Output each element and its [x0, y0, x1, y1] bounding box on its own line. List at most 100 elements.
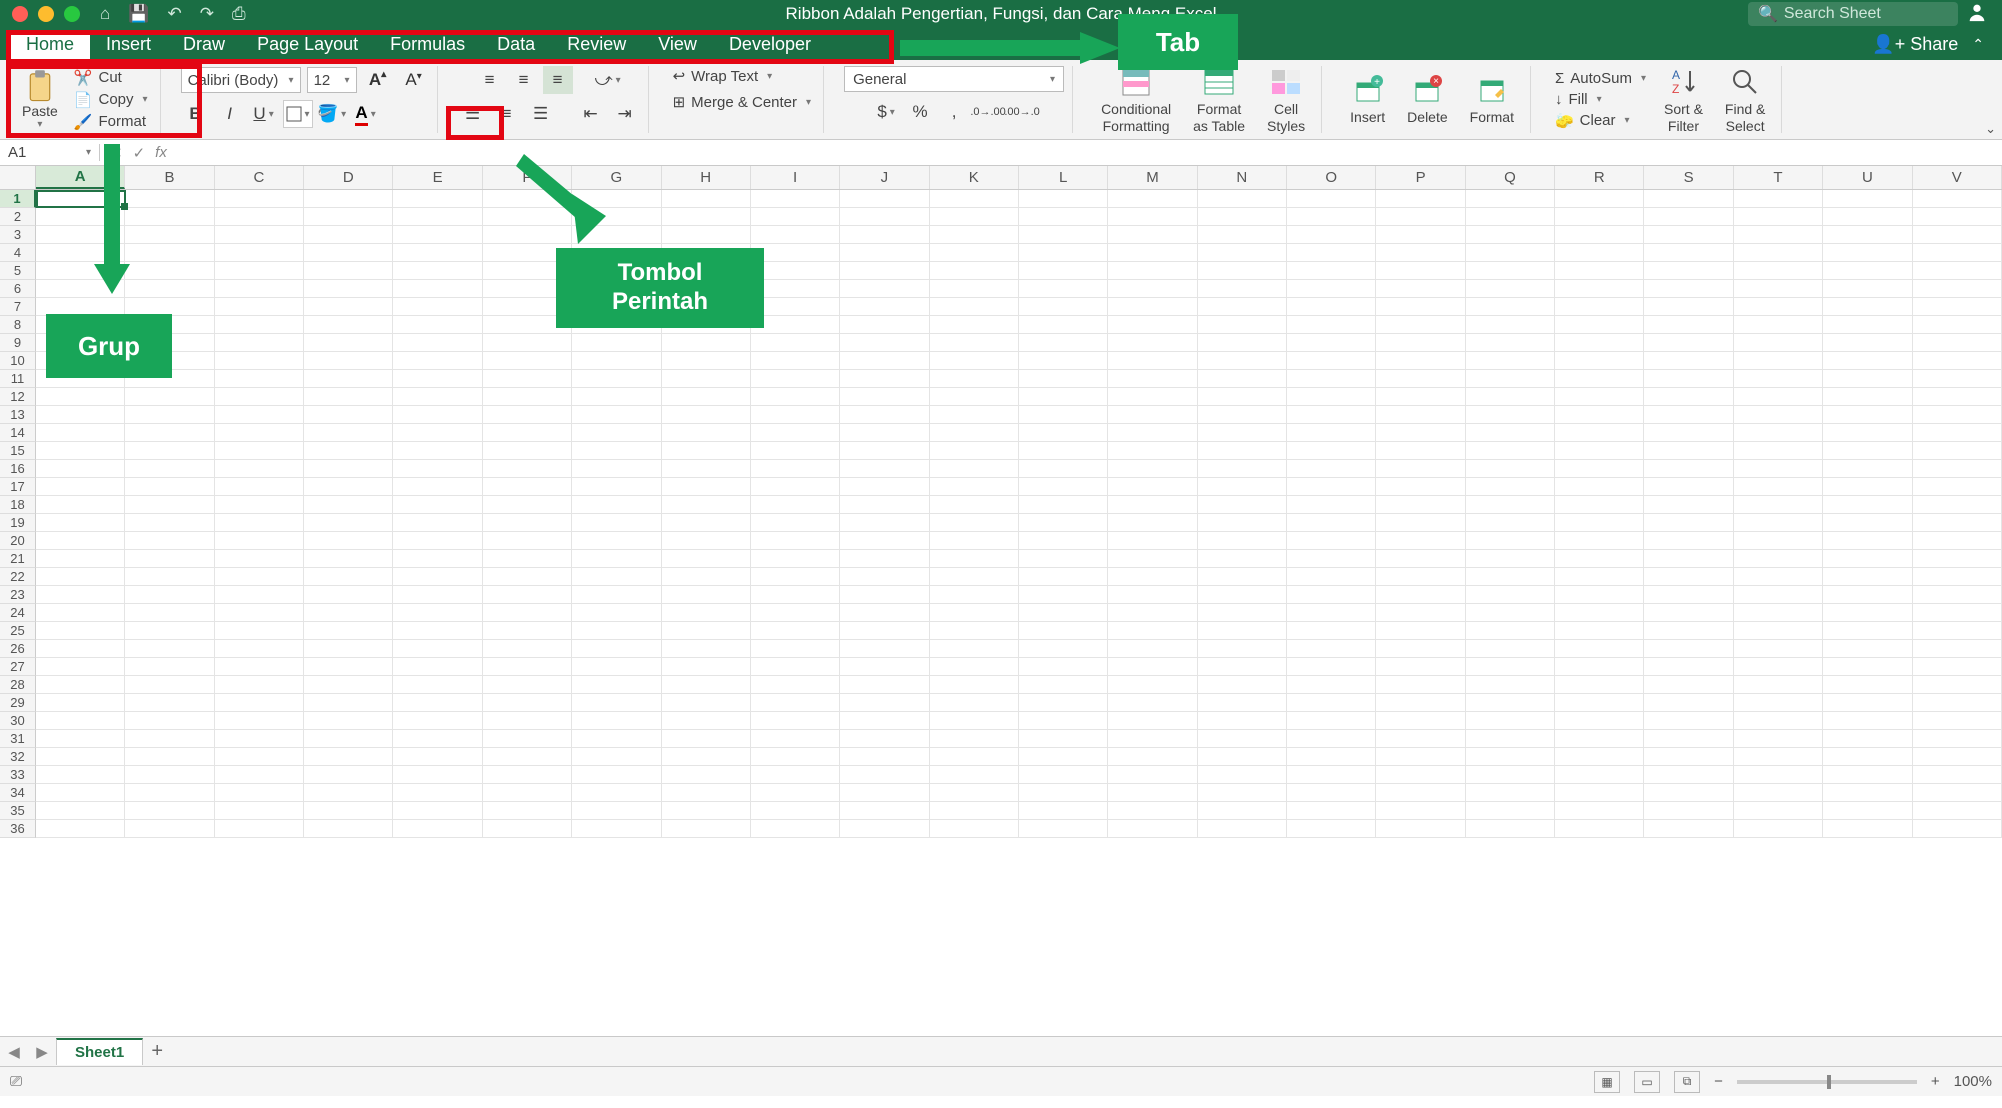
cell[interactable] — [1913, 190, 2002, 208]
cell[interactable] — [393, 640, 482, 658]
cell[interactable] — [1108, 190, 1197, 208]
cell[interactable] — [125, 442, 214, 460]
cell[interactable] — [125, 262, 214, 280]
cell[interactable] — [1555, 334, 1644, 352]
cell[interactable] — [1287, 262, 1376, 280]
cell[interactable] — [1108, 820, 1197, 838]
row-header-3[interactable]: 3 — [0, 226, 36, 244]
cell[interactable] — [125, 496, 214, 514]
row-header-23[interactable]: 23 — [0, 586, 36, 604]
cell[interactable] — [483, 604, 572, 622]
cell[interactable] — [125, 460, 214, 478]
confirm-formula-button[interactable]: ✓ — [133, 144, 146, 162]
cell[interactable] — [1823, 550, 1912, 568]
cell[interactable] — [215, 424, 304, 442]
cell[interactable] — [1555, 280, 1644, 298]
cell[interactable] — [393, 676, 482, 694]
cell[interactable] — [1287, 766, 1376, 784]
cell[interactable] — [930, 802, 1019, 820]
cell[interactable] — [215, 514, 304, 532]
cell[interactable] — [215, 262, 304, 280]
cell[interactable] — [1555, 550, 1644, 568]
cell[interactable] — [393, 766, 482, 784]
cell[interactable] — [125, 820, 214, 838]
row-header-24[interactable]: 24 — [0, 604, 36, 622]
cell[interactable] — [1913, 244, 2002, 262]
cell[interactable] — [1019, 514, 1108, 532]
cell[interactable] — [1287, 568, 1376, 586]
cell[interactable] — [393, 586, 482, 604]
cell[interactable] — [304, 586, 393, 604]
row-header-36[interactable]: 36 — [0, 820, 36, 838]
cell[interactable] — [1019, 316, 1108, 334]
cell[interactable] — [1913, 478, 2002, 496]
cell[interactable] — [572, 478, 661, 496]
cell[interactable] — [1287, 730, 1376, 748]
cell[interactable] — [1198, 766, 1287, 784]
decrease-indent-button[interactable]: ⇤ — [576, 100, 606, 128]
row-header-33[interactable]: 33 — [0, 766, 36, 784]
cell[interactable] — [304, 604, 393, 622]
cell[interactable] — [1287, 550, 1376, 568]
cell[interactable] — [1555, 820, 1644, 838]
cell[interactable] — [572, 334, 661, 352]
cell[interactable] — [1287, 640, 1376, 658]
cell[interactable] — [751, 586, 840, 604]
cell[interactable] — [1644, 352, 1733, 370]
cell[interactable] — [1376, 370, 1465, 388]
cell[interactable] — [1108, 766, 1197, 784]
cell[interactable] — [751, 640, 840, 658]
align-right-button[interactable]: ☰ — [526, 100, 556, 128]
cell[interactable] — [1644, 244, 1733, 262]
cell[interactable] — [1108, 478, 1197, 496]
cell[interactable] — [1823, 568, 1912, 586]
cell[interactable] — [1287, 532, 1376, 550]
cell[interactable] — [1823, 712, 1912, 730]
cell[interactable] — [662, 352, 751, 370]
cell[interactable] — [751, 298, 840, 316]
cell[interactable] — [1108, 604, 1197, 622]
cell[interactable] — [1108, 280, 1197, 298]
cell[interactable] — [1376, 262, 1465, 280]
cell[interactable] — [215, 226, 304, 244]
cell[interactable] — [125, 694, 214, 712]
cell[interactable] — [1287, 676, 1376, 694]
cell[interactable] — [36, 190, 125, 208]
cell[interactable] — [1287, 586, 1376, 604]
cell[interactable] — [1466, 388, 1555, 406]
cell[interactable] — [304, 784, 393, 802]
cell[interactable] — [1734, 406, 1823, 424]
cell[interactable] — [751, 226, 840, 244]
cell[interactable] — [1108, 244, 1197, 262]
cell[interactable] — [840, 748, 929, 766]
cell[interactable] — [840, 460, 929, 478]
cell[interactable] — [1555, 802, 1644, 820]
cell[interactable] — [1644, 640, 1733, 658]
cell[interactable] — [1823, 532, 1912, 550]
cell[interactable] — [1823, 226, 1912, 244]
cell[interactable] — [304, 442, 393, 460]
cell[interactable] — [215, 244, 304, 262]
cell[interactable] — [36, 532, 125, 550]
cell[interactable] — [393, 568, 482, 586]
cell[interactable] — [1198, 658, 1287, 676]
cell[interactable] — [393, 748, 482, 766]
cell[interactable] — [393, 820, 482, 838]
cell[interactable] — [1913, 352, 2002, 370]
cell[interactable] — [304, 658, 393, 676]
cell[interactable] — [572, 388, 661, 406]
cell[interactable] — [1913, 262, 2002, 280]
cell[interactable] — [1019, 478, 1108, 496]
cell[interactable] — [36, 514, 125, 532]
tab-data[interactable]: Data — [481, 30, 551, 59]
cell[interactable] — [215, 784, 304, 802]
row-header-12[interactable]: 12 — [0, 388, 36, 406]
cell[interactable] — [572, 532, 661, 550]
cell[interactable] — [1913, 712, 2002, 730]
cell[interactable] — [215, 550, 304, 568]
number-format-select[interactable]: General▾ — [844, 66, 1064, 92]
cell[interactable] — [572, 658, 661, 676]
cut-button[interactable]: ✂️Cut — [70, 68, 152, 88]
cell[interactable] — [1466, 478, 1555, 496]
name-box[interactable]: A1▾ — [0, 144, 100, 161]
